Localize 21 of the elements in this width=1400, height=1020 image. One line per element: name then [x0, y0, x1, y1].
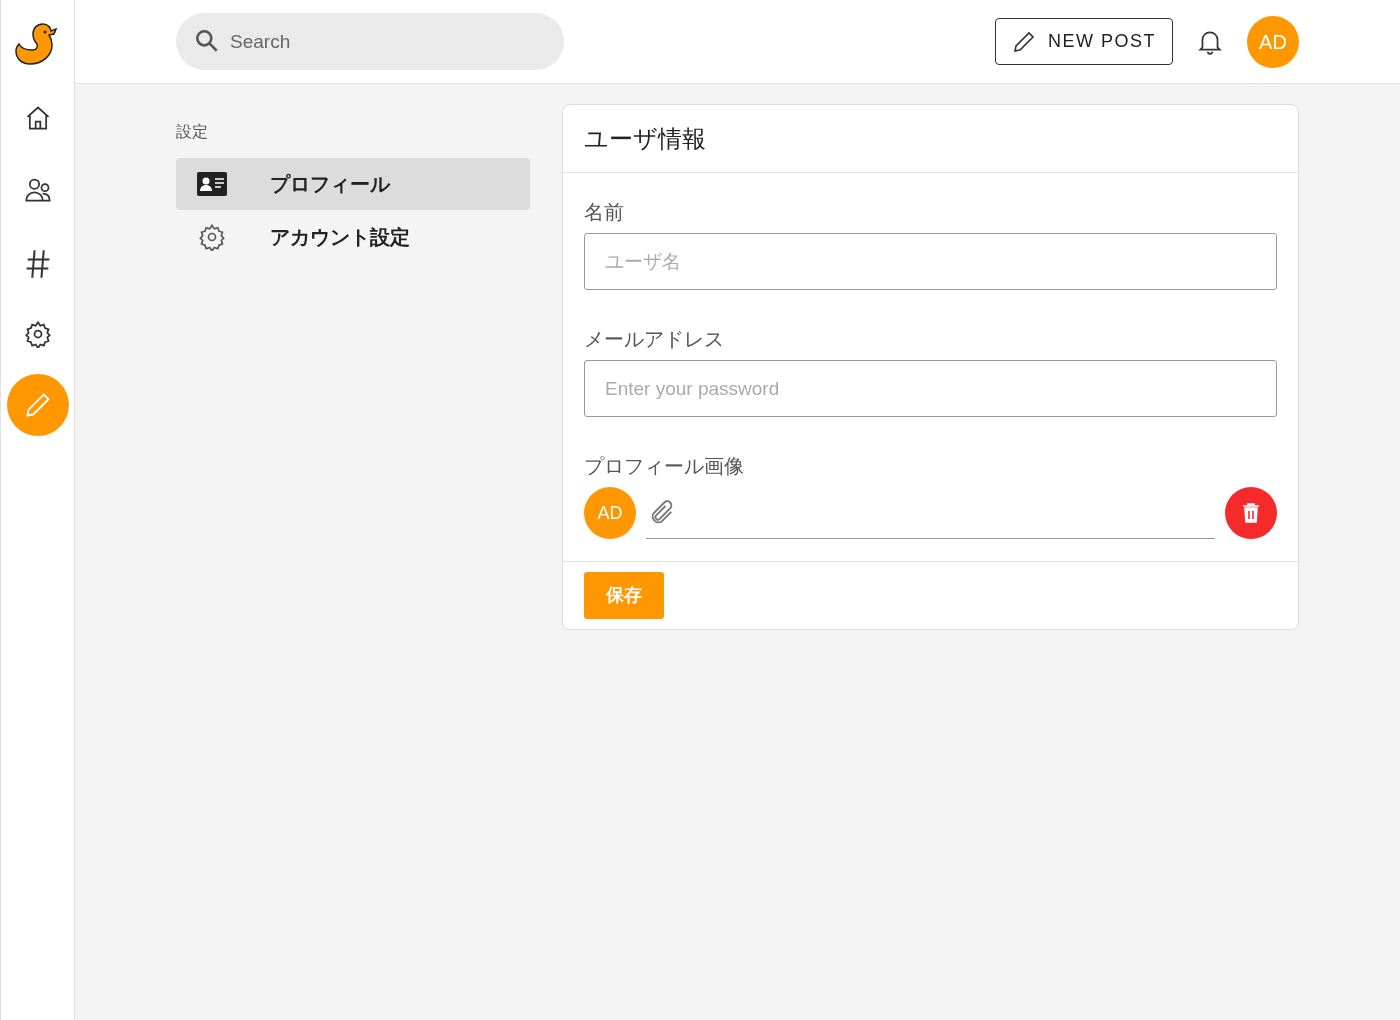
search-icon	[194, 28, 220, 54]
input-field[interactable]: ユーザ名	[584, 233, 1277, 290]
settings-menu-item[interactable]: アカウント設定	[176, 211, 530, 263]
id-card-icon	[196, 171, 228, 197]
field-label: メールアドレス	[584, 327, 725, 352]
settings-icon	[198, 223, 226, 251]
new-post-button[interactable]: NEW POST	[995, 18, 1173, 65]
user-avatar: AD	[584, 487, 636, 539]
pencil-icon	[23, 391, 52, 419]
input-field[interactable]: Enter your password	[584, 360, 1277, 417]
settings-menu-item[interactable]: プロフィール	[176, 158, 530, 210]
delete-button[interactable]	[1225, 487, 1277, 539]
field-label: 名前	[584, 200, 625, 225]
pencil-icon	[1012, 29, 1036, 54]
card-title: ユーザ情報	[584, 123, 706, 154]
section-heading: 設定	[176, 122, 209, 142]
settings-icon[interactable]	[23, 320, 52, 348]
trash-icon	[1241, 502, 1261, 524]
people-icon[interactable]	[23, 176, 52, 204]
search-field[interactable]: Search	[176, 13, 564, 70]
field-label: プロフィール画像	[584, 454, 745, 479]
